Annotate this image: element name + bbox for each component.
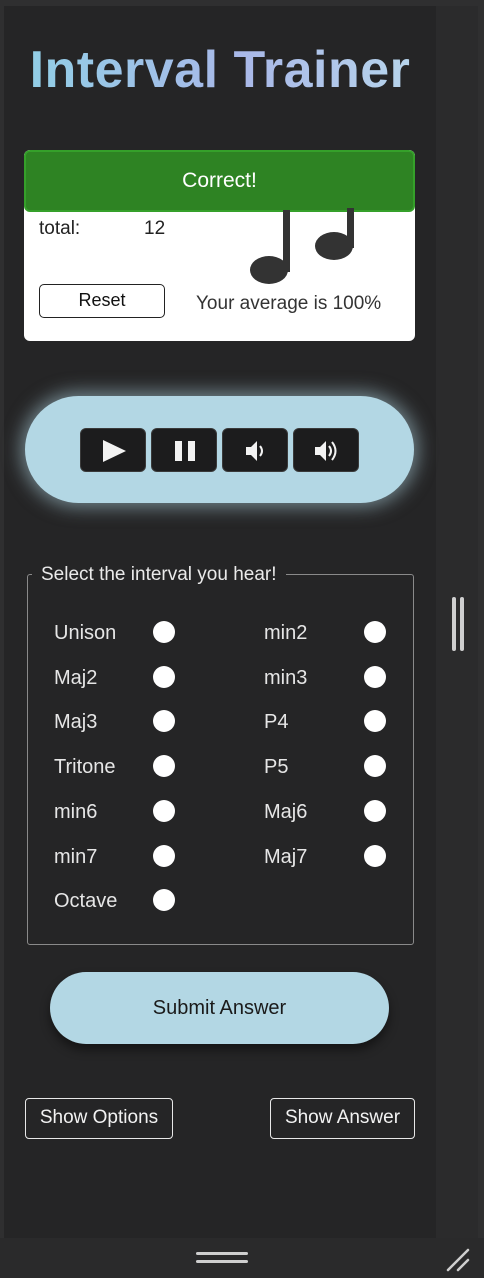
option-label-min7: min7	[54, 846, 98, 868]
score-card: Correct! total: 12 Reset Your average is…	[24, 150, 415, 341]
radio-octave[interactable]	[153, 889, 175, 911]
music-notes-icon	[250, 208, 354, 284]
page-title: Interval Trainer	[0, 40, 440, 100]
radio-min3[interactable]	[364, 666, 386, 688]
show-answer-button[interactable]: Show Answer	[270, 1098, 415, 1139]
volume-down-button[interactable]	[222, 428, 288, 472]
vertical-resize-handle[interactable]	[451, 597, 465, 651]
pause-icon	[175, 441, 195, 461]
audio-player	[25, 396, 414, 503]
radio-min2[interactable]	[364, 621, 386, 643]
pause-button[interactable]	[151, 428, 217, 472]
option-label-octave: Octave	[54, 890, 118, 912]
option-label-min3: min3	[264, 667, 308, 689]
radio-unison[interactable]	[153, 621, 175, 643]
option-label-maj7: Maj7	[264, 846, 308, 868]
reset-button[interactable]: Reset	[39, 284, 165, 318]
option-label-min2: min2	[264, 622, 308, 644]
option-label-tritone: Tritone	[54, 756, 116, 778]
option-label-maj6: Maj6	[264, 801, 308, 823]
radio-maj7[interactable]	[364, 845, 386, 867]
play-button[interactable]	[80, 428, 146, 472]
radio-maj6[interactable]	[364, 800, 386, 822]
radio-maj3[interactable]	[153, 710, 175, 732]
radio-p5[interactable]	[364, 755, 386, 777]
volume-up-icon	[315, 441, 337, 461]
radio-p4[interactable]	[364, 710, 386, 732]
submit-answer-button[interactable]: Submit Answer	[50, 972, 389, 1044]
option-label-p5: P5	[264, 756, 289, 778]
total-label: total:	[39, 218, 81, 239]
radio-min6[interactable]	[153, 800, 175, 822]
radio-tritone[interactable]	[153, 755, 175, 777]
option-label-maj3: Maj3	[54, 711, 98, 733]
radio-min7[interactable]	[153, 845, 175, 867]
option-label-maj2: Maj2	[54, 667, 98, 689]
volume-down-icon	[246, 441, 263, 461]
result-banner: Correct!	[24, 150, 415, 212]
resize-corner-icon[interactable]	[444, 1246, 470, 1272]
option-label-unison: Unison	[54, 622, 117, 644]
option-label-p4: P4	[264, 711, 289, 733]
option-label-min6: min6	[54, 801, 98, 823]
volume-up-button[interactable]	[293, 428, 359, 472]
show-options-button[interactable]: Show Options	[25, 1098, 173, 1139]
average-text: Your average is 100%	[196, 293, 382, 314]
total-value: 12	[144, 218, 166, 239]
play-icon	[103, 440, 126, 462]
interval-legend: Select the interval you hear!	[32, 564, 286, 586]
radio-maj2[interactable]	[153, 666, 175, 688]
horizontal-resize-handle[interactable]	[196, 1252, 248, 1266]
